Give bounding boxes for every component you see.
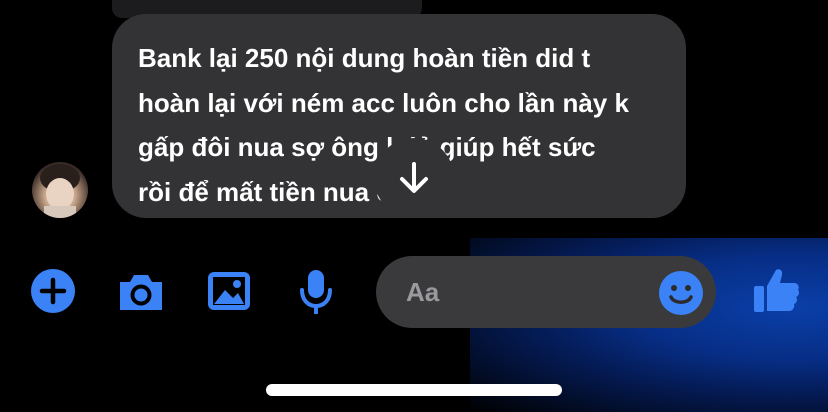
scroll-to-bottom-button[interactable] xyxy=(374,138,454,218)
avatar[interactable] xyxy=(32,162,88,218)
camera-button[interactable] xyxy=(116,270,166,319)
plus-circle-icon xyxy=(31,269,75,313)
emoji-button[interactable] xyxy=(658,270,704,321)
add-button[interactable] xyxy=(30,268,76,319)
emoji-icon xyxy=(659,271,703,315)
arrow-down-icon xyxy=(400,162,428,193)
voice-button[interactable] xyxy=(298,268,334,319)
image-icon xyxy=(208,272,250,310)
gallery-button[interactable] xyxy=(206,270,252,317)
home-indicator xyxy=(266,384,562,396)
message-input-placeholder: Aa xyxy=(406,277,440,307)
like-button[interactable] xyxy=(752,266,800,319)
thumbs-up-icon xyxy=(754,269,800,312)
camera-icon xyxy=(120,275,162,310)
microphone-icon xyxy=(300,270,332,315)
message-input[interactable]: Aa xyxy=(376,256,716,328)
